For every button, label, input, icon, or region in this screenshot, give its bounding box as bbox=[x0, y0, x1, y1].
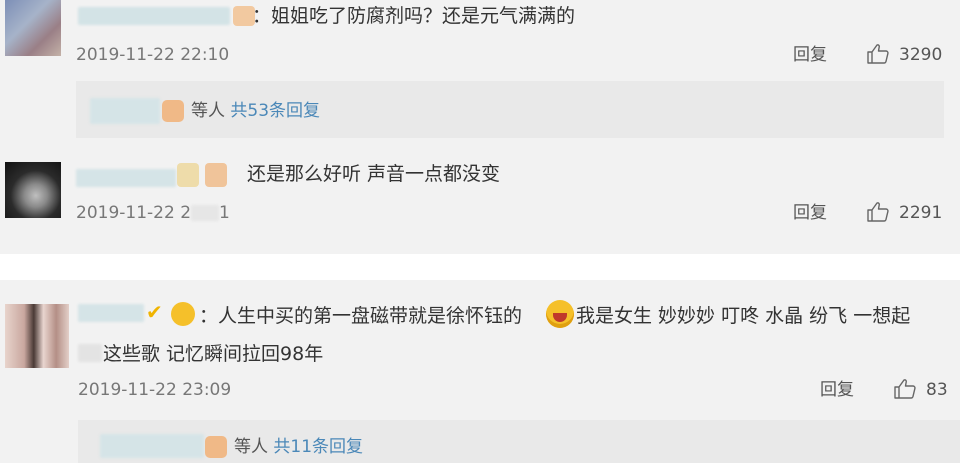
timestamp: 2019-11-22 22:10 bbox=[76, 45, 230, 65]
comment-text: ：姐姐吃了防腐剂吗？还是元气满满的 bbox=[252, 5, 576, 27]
replies-count-link[interactable]: 共53条回复 bbox=[230, 101, 320, 121]
timestamp-blur bbox=[191, 205, 220, 221]
reply-button[interactable]: 回复 bbox=[793, 202, 827, 224]
reply-button[interactable]: 回复 bbox=[820, 379, 854, 401]
timestamp: 2019-11-22 2 1 bbox=[76, 202, 230, 224]
username[interactable] bbox=[78, 7, 230, 25]
replies-who: 等人 bbox=[191, 101, 225, 121]
thumbs-up-icon[interactable] bbox=[866, 43, 890, 65]
comment-separator bbox=[0, 254, 960, 280]
emoji-icon bbox=[205, 436, 227, 458]
like-count: 83 bbox=[926, 380, 948, 400]
avatar[interactable] bbox=[5, 0, 61, 56]
reply-usernames bbox=[100, 434, 204, 458]
timestamp-visible: 2019-11-22 2 bbox=[76, 203, 192, 223]
timestamp: 2019-11-22 23:09 bbox=[78, 380, 232, 400]
laughing-emoji-icon bbox=[546, 300, 574, 328]
text-blur bbox=[78, 344, 102, 362]
comment-text-line2: 这些歌 记忆瞬间拉回98年 bbox=[103, 343, 324, 365]
like-count: 3290 bbox=[899, 45, 943, 65]
comment-3: ✔ ：人生中买的第一盘磁带就是徐怀钰的 我是女生 妙妙妙 叮咚 水晶 纷飞 一想… bbox=[0, 280, 960, 463]
timestamp-suffix: 1 bbox=[219, 203, 230, 223]
replies-summary[interactable]: 等人 共11条回复 bbox=[234, 436, 363, 458]
replies-who: 等人 bbox=[234, 437, 268, 457]
reply-button[interactable]: 回复 bbox=[793, 44, 827, 66]
replies-summary[interactable]: 等人 共53条回复 bbox=[191, 100, 320, 122]
thumbs-up-icon[interactable] bbox=[893, 378, 917, 400]
username[interactable] bbox=[78, 304, 144, 322]
thumbs-up-icon[interactable] bbox=[866, 201, 890, 223]
verified-badge-icon: ✔ bbox=[146, 300, 163, 324]
like-count: 2291 bbox=[899, 203, 943, 223]
emoji-icon bbox=[205, 163, 227, 187]
comment-2: 还是那么好听 声音一点都没变 2019-11-22 2 1 回复 2291 bbox=[0, 150, 960, 254]
reply-usernames bbox=[90, 98, 160, 124]
avatar[interactable] bbox=[5, 162, 61, 218]
emoji-icon bbox=[162, 100, 184, 122]
emoji-icon bbox=[177, 163, 199, 187]
username[interactable] bbox=[76, 169, 176, 187]
replies-count-link[interactable]: 共11条回复 bbox=[273, 437, 363, 457]
comment-1: ：姐姐吃了防腐剂吗？还是元气满满的 2019-11-22 22:10 回复 32… bbox=[0, 0, 960, 150]
comment-text: 还是那么好听 声音一点都没变 bbox=[247, 163, 501, 185]
comment-text-line1a: ：人生中买的第一盘磁带就是徐怀钰的 bbox=[199, 305, 523, 327]
comment-text-line1b: 我是女生 妙妙妙 叮咚 水晶 纷飞 一想起 bbox=[576, 305, 911, 327]
avatar[interactable] bbox=[5, 304, 69, 368]
emoji-icon bbox=[171, 302, 195, 326]
